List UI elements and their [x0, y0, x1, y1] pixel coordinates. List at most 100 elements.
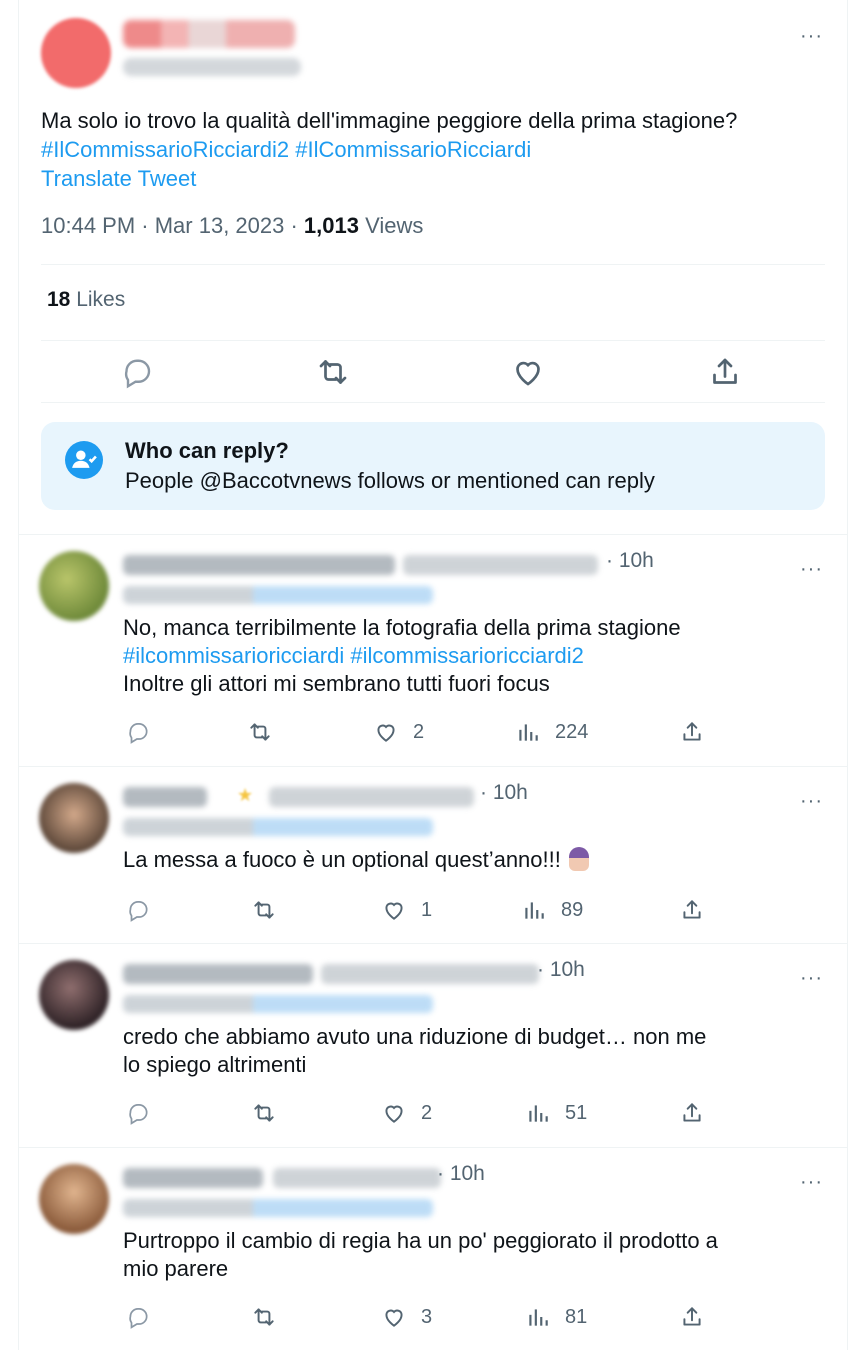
avatar[interactable] — [39, 551, 109, 621]
views-count: 1,013 — [303, 213, 359, 238]
reply-icon[interactable] — [125, 895, 151, 925]
reply-tweet[interactable]: · 10h ··· No, manca terribilmente la fot… — [19, 534, 847, 766]
analytics-icon — [529, 1309, 548, 1326]
views-count: 51 — [565, 1101, 588, 1124]
hashtag-link[interactable]: #IlCommissarioRicciardi2 — [41, 137, 289, 162]
timestamp[interactable]: 10:44 PM · Mar 13, 2023 · — [41, 213, 298, 238]
avatar[interactable] — [39, 960, 109, 1030]
hashtag-link[interactable]: #IlCommissarioRicciardi — [295, 137, 531, 162]
reply-author-name-redacted[interactable] — [123, 1168, 263, 1188]
share-icon[interactable] — [679, 1302, 705, 1332]
views-label: Views — [365, 213, 424, 238]
heart-icon — [377, 724, 395, 742]
reply-author-name-redacted[interactable] — [123, 555, 395, 575]
likes-label: Likes — [76, 288, 126, 311]
people-icon — [65, 441, 103, 479]
replying-to-redacted — [123, 1199, 433, 1217]
like-count: 1 — [421, 898, 433, 921]
more-options-icon[interactable]: ··· — [800, 1172, 823, 1192]
more-options-icon[interactable]: ··· — [800, 791, 823, 811]
reply-actions: 3 81 — [123, 1302, 723, 1334]
who-can-reply-title: Who can reply? — [125, 438, 289, 463]
reply-text-line: La messa a fuoco è un optional quest’ann… — [123, 847, 561, 872]
reply-text-line: lo spiego altrimenti — [123, 1052, 307, 1077]
heart-icon — [385, 902, 403, 920]
tweet-thread: ··· Ma solo io trovo la qualità dell'imm… — [18, 0, 848, 1350]
reply-tweet[interactable]: · 10h ··· credo che abbiamo avuto una ri… — [19, 943, 847, 1147]
like-button[interactable]: 1 — [381, 895, 432, 925]
retweet-icon[interactable] — [251, 1302, 277, 1332]
reply-actions: 2 51 — [123, 1098, 723, 1130]
retweet-icon[interactable] — [315, 354, 351, 390]
reply-author-name-redacted[interactable] — [123, 964, 313, 984]
author-name-redacted[interactable] — [123, 20, 295, 48]
share-icon[interactable] — [707, 354, 743, 390]
reply-text-line: mio parere — [123, 1256, 229, 1281]
like-button[interactable]: 3 — [381, 1302, 432, 1332]
reply-timestamp[interactable]: · 10h — [437, 1162, 485, 1186]
tweet-meta: 10:44 PM · Mar 13, 2023 · 1,013 Views — [41, 213, 423, 239]
divider — [41, 264, 825, 265]
translate-tweet-link[interactable]: Translate Tweet — [41, 166, 196, 192]
author-avatar[interactable] — [41, 18, 111, 88]
reply-text: credo che abbiamo avuto una riduzione di… — [123, 1023, 823, 1079]
reply-author-name-redacted[interactable] — [123, 787, 207, 807]
retweet-icon[interactable] — [247, 717, 273, 747]
likes-summary[interactable]: 18 Likes — [47, 288, 125, 312]
hashtag-link[interactable]: #ilcommissarioricciardi2 — [350, 643, 584, 668]
reply-author-handle-redacted[interactable] — [273, 1168, 441, 1188]
like-icon[interactable] — [510, 354, 546, 390]
reply-text-line: No, manca terribilmente la fotografia de… — [123, 615, 681, 640]
reply-tweet[interactable]: · 10h ··· Purtroppo il cambio di regia h… — [19, 1147, 847, 1350]
divider — [41, 402, 825, 403]
retweet-icon[interactable] — [251, 895, 277, 925]
reply-actions: 1 89 — [123, 895, 723, 927]
reply-icon[interactable] — [125, 1098, 151, 1128]
more-options-icon[interactable]: ··· — [800, 26, 823, 46]
like-button[interactable]: 2 — [381, 1098, 432, 1128]
like-count: 3 — [421, 1305, 433, 1328]
hashtag-link[interactable]: #ilcommissarioricciardi — [123, 643, 344, 668]
reply-timestamp[interactable]: · 10h — [537, 958, 585, 982]
views-button[interactable]: 81 — [525, 1302, 587, 1332]
reply-timestamp[interactable]: · 10h — [606, 549, 654, 573]
like-count: 2 — [413, 720, 425, 743]
tweet-text-body: Ma solo io trovo la qualità dell'immagin… — [41, 108, 738, 133]
heart-icon — [385, 1105, 403, 1123]
more-options-icon[interactable]: ··· — [800, 559, 823, 579]
share-icon[interactable] — [679, 1098, 705, 1128]
author-handle-redacted[interactable] — [123, 58, 301, 76]
reply-author-handle-redacted[interactable] — [269, 787, 474, 807]
analytics-icon — [529, 1105, 548, 1122]
reply-hashtags: #ilcommissarioricciardi #ilcommissariori… — [123, 642, 823, 670]
reply-timestamp[interactable]: · 10h — [480, 781, 528, 805]
avatar[interactable] — [39, 783, 109, 853]
more-options-icon[interactable]: ··· — [800, 968, 823, 988]
reply-tweet[interactable]: ★ · 10h ··· La messa a fuoco è un option… — [19, 766, 847, 943]
retweet-icon[interactable] — [251, 1098, 277, 1128]
views-button[interactable]: 51 — [525, 1098, 587, 1128]
views-count: 89 — [561, 898, 584, 921]
reply-text-line: Purtroppo il cambio di regia ha un po' p… — [123, 1228, 718, 1253]
avatar[interactable] — [39, 1164, 109, 1234]
views-count: 224 — [555, 720, 589, 743]
views-button[interactable]: 89 — [521, 895, 583, 925]
like-button[interactable]: 2 — [373, 717, 424, 747]
likes-count: 18 — [47, 288, 71, 311]
reply-icon[interactable] — [125, 1302, 151, 1332]
reply-icon[interactable] — [125, 717, 151, 747]
heart-icon — [385, 1309, 403, 1327]
who-can-reply-subtitle: People @Baccotvnews follows or mentioned… — [125, 468, 655, 493]
replying-to-redacted — [123, 818, 433, 836]
share-icon[interactable] — [679, 717, 705, 747]
views-button[interactable]: 224 — [515, 717, 588, 747]
woman-emoji-icon — [568, 847, 589, 871]
reply-text-line: Inoltre gli attori mi sembrano tutti fuo… — [123, 671, 550, 696]
reply-author-handle-redacted[interactable] — [321, 964, 539, 984]
analytics-icon — [525, 902, 544, 919]
share-icon[interactable] — [679, 895, 705, 925]
reply-icon[interactable] — [119, 354, 155, 390]
reply-text: La messa a fuoco è un optional quest’ann… — [123, 846, 823, 874]
reply-author-handle-redacted[interactable] — [403, 555, 598, 575]
who-can-reply-notice: Who can reply? People @Baccotvnews follo… — [41, 422, 825, 510]
